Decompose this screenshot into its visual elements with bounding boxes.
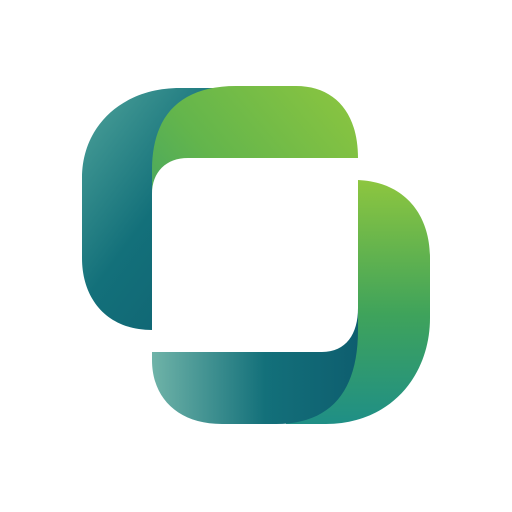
top-green-swoosh-icon: [152, 86, 358, 330]
app-icon-canvas: [0, 0, 512, 512]
interlocking-rounded-squares-logo-icon: [82, 86, 430, 424]
bottom-teal-swoosh-icon: [152, 308, 358, 424]
